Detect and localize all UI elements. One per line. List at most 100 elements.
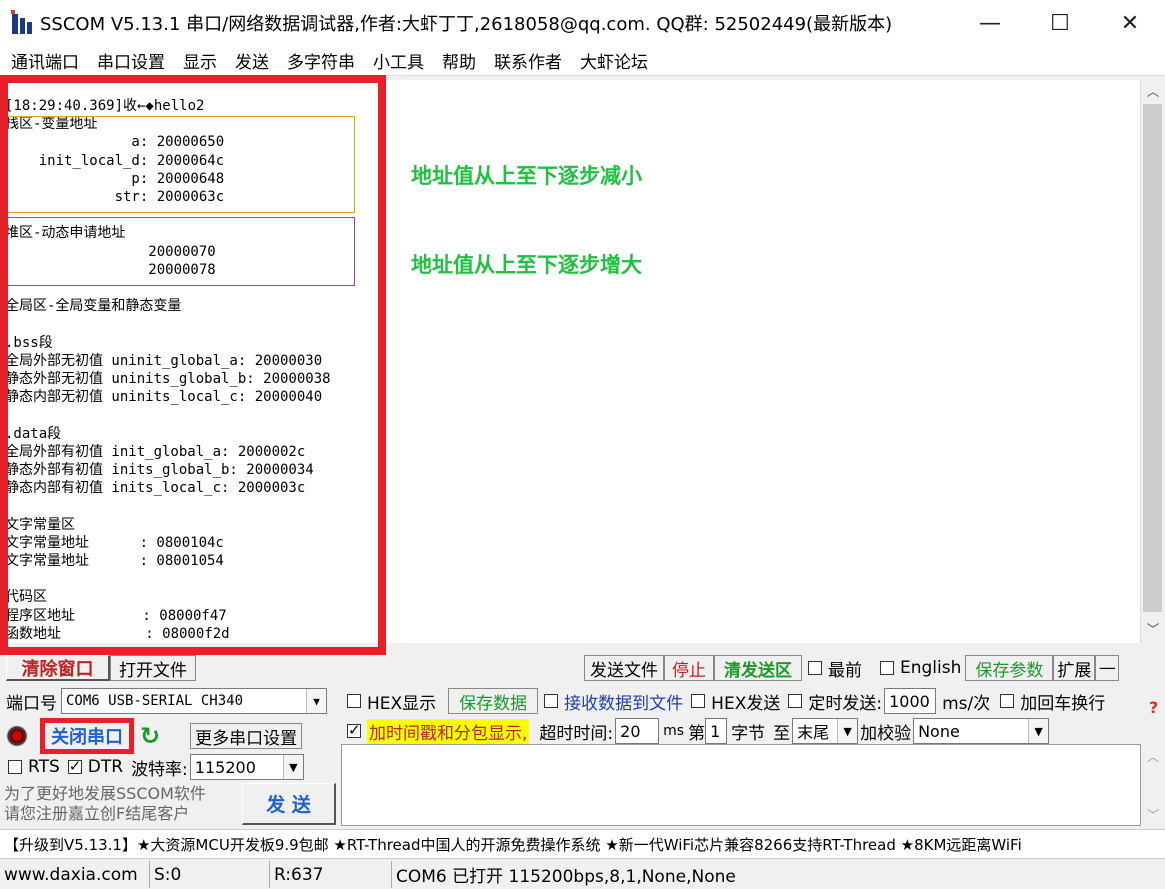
receive-line (5, 497, 331, 515)
menu-bar: 通讯端口 串口设置 显示 发送 多字符串 小工具 帮助 联系作者 大虾论坛 (0, 46, 1165, 76)
minimize-button[interactable]: — (955, 0, 1025, 46)
receive-line: 文字常量地址 : 0800104c (5, 534, 224, 551)
dtr-checkbox[interactable] (67, 757, 82, 775)
more-settings-button[interactable]: 更多串口设置 (190, 723, 303, 749)
save-data-button[interactable]: 保存数据 (448, 688, 539, 714)
checksum-label: 加校验 (860, 723, 912, 744)
stack-section-box (2, 116, 355, 213)
timeout-input[interactable]: 20 (615, 718, 660, 744)
receive-toolbar: 清除窗口 打开文件 发送文件 停止 清发送区 最前 English 保存参数 扩… (0, 652, 1165, 684)
rts-label: RTS (28, 757, 60, 777)
timed-send-checkbox[interactable] (788, 694, 803, 708)
refresh-icon[interactable]: ↻ (140, 722, 160, 750)
annotation-stack: 地址值从上至下逐步减小 (411, 164, 642, 188)
send-button[interactable]: 发 送 (242, 783, 336, 825)
send-file-button[interactable]: 发送文件 (584, 655, 664, 681)
scroll-up-icon[interactable]: ︿ (1141, 82, 1165, 104)
clear-send-button[interactable]: 清发送区 (714, 655, 802, 681)
close-window-button[interactable]: ✕ (1095, 0, 1165, 46)
timestamp-checkbox[interactable] (347, 721, 361, 739)
receive-line: [18:29:40.369]收←◆hello2 (5, 98, 205, 114)
serial-settings-panel: 端口号 COM6 USB-SERIAL CH340 ▼ 关闭串口 ↻ 更多串口设… (0, 684, 338, 829)
app-logo-icon (10, 10, 34, 36)
clear-window-button[interactable]: 清除窗口 (6, 655, 110, 681)
receive-line: 全局外部无初值 uninit_global_a: 20000030 (5, 352, 323, 369)
window-title: SSCOM V5.13.1 串口/网络数据调试器,作者:大虾丁丁,2618058… (40, 14, 893, 35)
annotation-heap: 地址值从上至下逐步增大 (411, 253, 642, 277)
checksum-select[interactable]: None ▼ (913, 718, 1050, 744)
port-select[interactable]: COM6 USB-SERIAL CH340 ▼ (61, 688, 327, 714)
menu-forum[interactable]: 大虾论坛 (571, 48, 657, 73)
receive-line: 函数地址 : 08000f2d (5, 625, 230, 642)
help-icon[interactable]: ? (1149, 698, 1163, 717)
title-bar: SSCOM V5.13.1 串口/网络数据调试器,作者:大虾丁丁,2618058… (0, 0, 1165, 46)
promo-line-1[interactable]: 为了更好地发展SSCOM软件 (4, 784, 206, 804)
end-select[interactable]: 末尾 ▼ (792, 718, 859, 744)
add-crlf-checkbox[interactable] (1000, 694, 1015, 708)
send-textarea[interactable] (341, 744, 1141, 826)
news-ticker[interactable]: 【升级到V5.13.1】★大资源MCU开发板9.9包邮 ★RT-Thread中国… (0, 829, 1165, 859)
close-port-button[interactable]: 关闭串口 (40, 718, 134, 754)
send-scrollbar[interactable]: ︿ ﹀ (1141, 744, 1165, 826)
scroll-down-icon[interactable]: ﹀ (1141, 620, 1165, 642)
receive-line: .data段 (5, 425, 62, 442)
menu-multi-string[interactable]: 多字符串 (278, 48, 364, 73)
baud-label: 波特率: (131, 759, 188, 780)
ticker-text: 【升级到V5.13.1】★大资源MCU开发板9.9包邮 ★RT-Thread中国… (4, 835, 1022, 854)
menu-display[interactable]: 显示 (174, 48, 226, 73)
byte-label: 字节 (731, 723, 766, 744)
open-file-button[interactable]: 打开文件 (110, 655, 196, 681)
hex-display-checkbox[interactable] (347, 694, 361, 708)
baud-select[interactable]: 115200 ▼ (189, 754, 304, 780)
chevron-down-icon[interactable]: ▼ (306, 689, 326, 713)
receive-line: 静态内部无初值 uninits_local_c: 20000040 (5, 389, 323, 406)
scroll-thumb[interactable] (1143, 104, 1162, 612)
stop-button[interactable]: 停止 (664, 655, 714, 681)
to-label: 至 (773, 723, 791, 744)
save-params-button[interactable]: 保存参数 (965, 655, 1054, 681)
hex-send-label: HEX发送 (711, 693, 781, 714)
promo-line-2[interactable]: 请您注册嘉立创F结尾客户 (4, 804, 206, 824)
receive-line: 全局外部有初值 init_global_a: 2000002c (5, 443, 306, 460)
scroll-up-icon[interactable]: ︿ (1141, 748, 1165, 765)
menu-help[interactable]: 帮助 (433, 48, 485, 73)
timeout-label: 超时时间: (539, 723, 614, 744)
status-sent-count: S:0 (150, 861, 270, 888)
receive-line: 文字常量地址 : 08001054 (5, 553, 224, 570)
receive-line: 程序区地址 : 08000f47 (5, 607, 227, 624)
nth-input[interactable]: 1 (705, 718, 728, 744)
hex-send-checkbox[interactable] (691, 694, 706, 708)
timeout-unit: ms (663, 723, 685, 739)
scroll-down-icon[interactable]: ﹀ (1141, 806, 1165, 823)
menu-comm-port[interactable]: 通讯端口 (0, 48, 88, 73)
heap-section-box (2, 217, 355, 286)
receive-scrollbar[interactable]: ︿ ﹀ (1140, 80, 1164, 643)
expand-button[interactable]: 扩展 (1053, 655, 1096, 681)
hex-display-label: HEX显示 (367, 693, 437, 714)
port-label: 端口号 (6, 693, 57, 714)
chevron-down-icon[interactable]: ▼ (837, 719, 858, 743)
dtr-label: DTR (87, 757, 124, 777)
port-status-light-icon (6, 725, 28, 747)
add-crlf-label: 加回车换行 (1020, 693, 1106, 714)
topmost-checkbox[interactable]: 最前 (808, 656, 862, 681)
chevron-down-icon[interactable]: ▼ (282, 755, 303, 779)
rts-checkbox[interactable] (8, 760, 22, 774)
menu-serial-settings[interactable]: 串口设置 (88, 48, 174, 73)
receive-line: 全局区-全局变量和静态变量 (5, 298, 182, 315)
receive-line: 静态外部无初值 uninits_global_b: 20000038 (5, 371, 331, 388)
interval-input[interactable]: 1000 (884, 688, 937, 714)
receive-line (5, 570, 331, 588)
maximize-button[interactable]: ☐ (1025, 0, 1095, 46)
menu-contact-author[interactable]: 联系作者 (485, 48, 571, 73)
status-website[interactable]: www.daxia.com (0, 861, 150, 888)
english-checkbox[interactable]: English (880, 658, 961, 678)
receive-line: 静态外部有初值 inits_global_b: 20000034 (5, 462, 314, 479)
collapse-button[interactable]: — (1095, 655, 1120, 681)
menu-send[interactable]: 发送 (226, 48, 278, 73)
menu-tools[interactable]: 小工具 (364, 48, 433, 73)
chevron-down-icon[interactable]: ▼ (1028, 719, 1049, 743)
send-options: HEX显示 保存数据 接收数据到文件 HEX发送 定时发送: 1000 ms/次… (341, 684, 1165, 744)
recv-to-file-checkbox[interactable] (544, 694, 559, 708)
receive-line: 代码区 (5, 589, 47, 606)
